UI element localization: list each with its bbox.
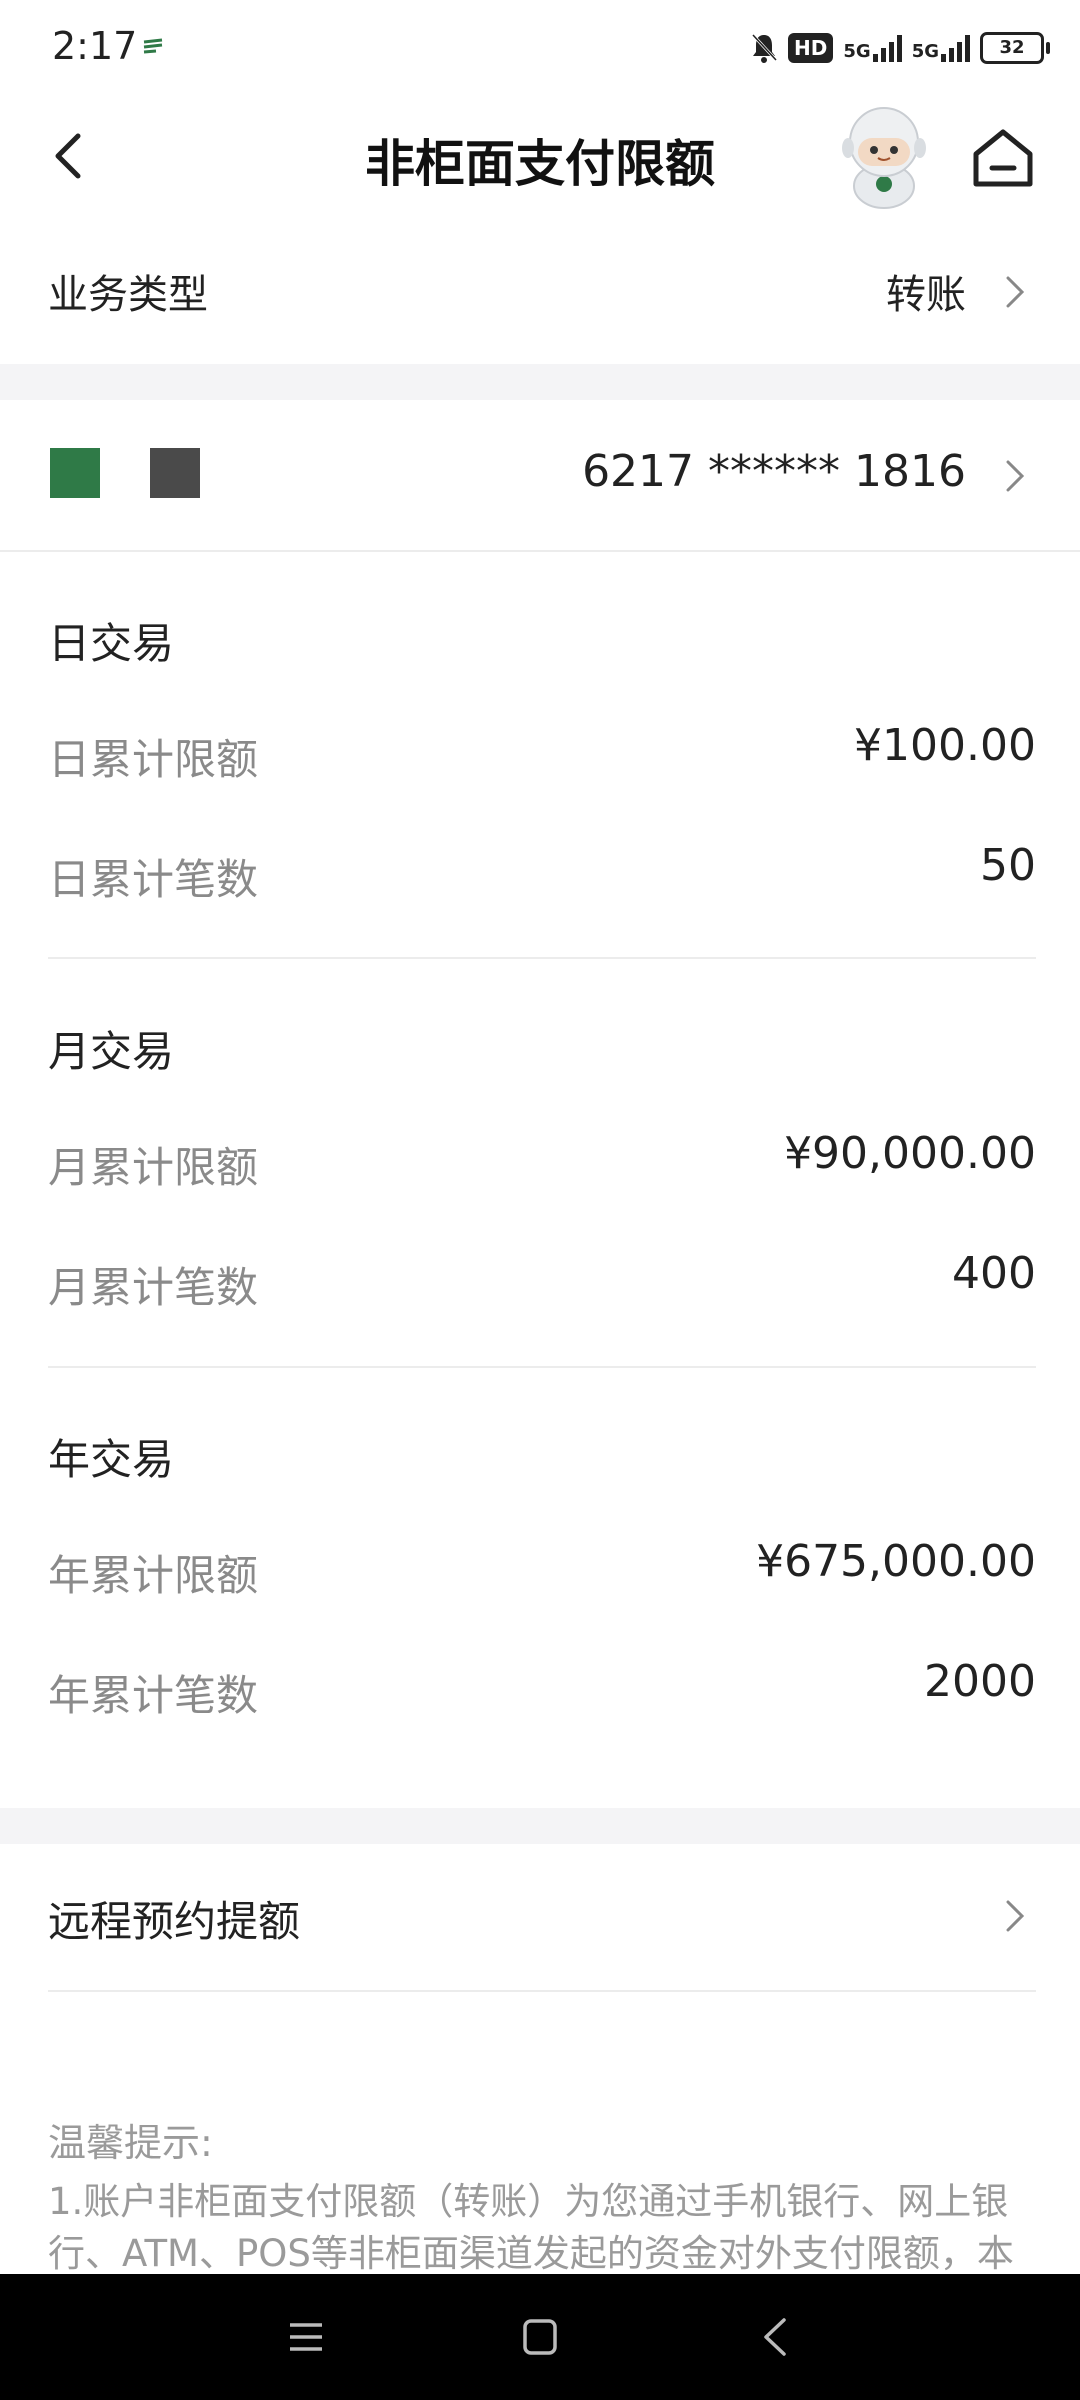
monthly-limit-value: ¥90,000.00 — [784, 1128, 1036, 1179]
account-row[interactable]: 6217 ****** 1816 — [0, 400, 1080, 550]
tips-title: 温馨提示: — [48, 2121, 213, 2165]
app-notification-icon — [143, 38, 163, 54]
daily-section-title: 日交易 — [48, 619, 175, 668]
daily-limit-label: 日累计限额 — [48, 735, 259, 784]
yearly-limit-value: ¥675,000.00 — [756, 1536, 1036, 1587]
menu-icon[interactable] — [288, 2320, 324, 2354]
yearly-count-label: 年累计笔数 — [48, 1671, 259, 1720]
status-bar: 2:17 HD 5G 5G 32 — [0, 0, 1080, 96]
card-type-icon — [150, 448, 200, 498]
chevron-right-icon — [1006, 276, 1025, 308]
monthly-count-value: 400 — [952, 1248, 1036, 1299]
chevron-right-icon — [1006, 1900, 1025, 1932]
monthly-limit-label: 月累计限额 — [48, 1143, 259, 1192]
divider — [0, 550, 1080, 552]
daily-count-label: 日累计笔数 — [48, 855, 259, 904]
yearly-count-value: 2000 — [924, 1656, 1036, 1707]
divider — [48, 1366, 1036, 1368]
status-time: 2:17 — [52, 24, 138, 68]
nav-bar: 非柜面支付限额 — [0, 96, 1080, 216]
monthly-section-title: 月交易 — [48, 1027, 175, 1076]
home-icon[interactable] — [968, 124, 1038, 190]
system-nav-bar — [0, 2274, 1080, 2400]
mute-bell-icon — [751, 33, 778, 63]
tips-text: 1.账户非柜面支付限额（转账）为您通过手机银行、网上银行、ATM、POS等非柜面… — [48, 2180, 1014, 2275]
signal-1: 5G — [843, 34, 902, 62]
business-type-label: 业务类型 — [48, 272, 208, 318]
battery-icon: 32 — [980, 32, 1050, 64]
daily-limit-value: ¥100.00 — [854, 720, 1036, 771]
assistant-robot-icon[interactable] — [834, 102, 934, 212]
card-number: 6217 ****** 1816 — [582, 446, 966, 497]
daily-count-value: 50 — [980, 840, 1036, 891]
chevron-right-icon — [1006, 460, 1025, 492]
back-nav-icon[interactable] — [760, 2316, 790, 2358]
hd-badge: HD — [788, 33, 834, 63]
business-type-value: 转账 — [886, 272, 966, 318]
signal-2: 5G — [912, 34, 970, 62]
home-nav-icon[interactable] — [522, 2318, 558, 2356]
business-type-row[interactable]: 业务类型 转账 — [0, 230, 1080, 358]
divider — [48, 1990, 1036, 1992]
remote-quota-row[interactable]: 远程预约提额 — [0, 1844, 1080, 1984]
bank-logo — [50, 448, 100, 498]
remote-quota-label: 远程预约提额 — [48, 1897, 301, 1946]
section-gap — [0, 1808, 1080, 1844]
system-icons: HD 5G 5G 32 — [750, 28, 1050, 68]
yearly-section-title: 年交易 — [48, 1435, 175, 1484]
monthly-count-label: 月累计笔数 — [48, 1263, 259, 1312]
section-gap — [0, 364, 1080, 400]
divider — [48, 957, 1036, 959]
yearly-limit-label: 年累计限额 — [48, 1551, 259, 1600]
